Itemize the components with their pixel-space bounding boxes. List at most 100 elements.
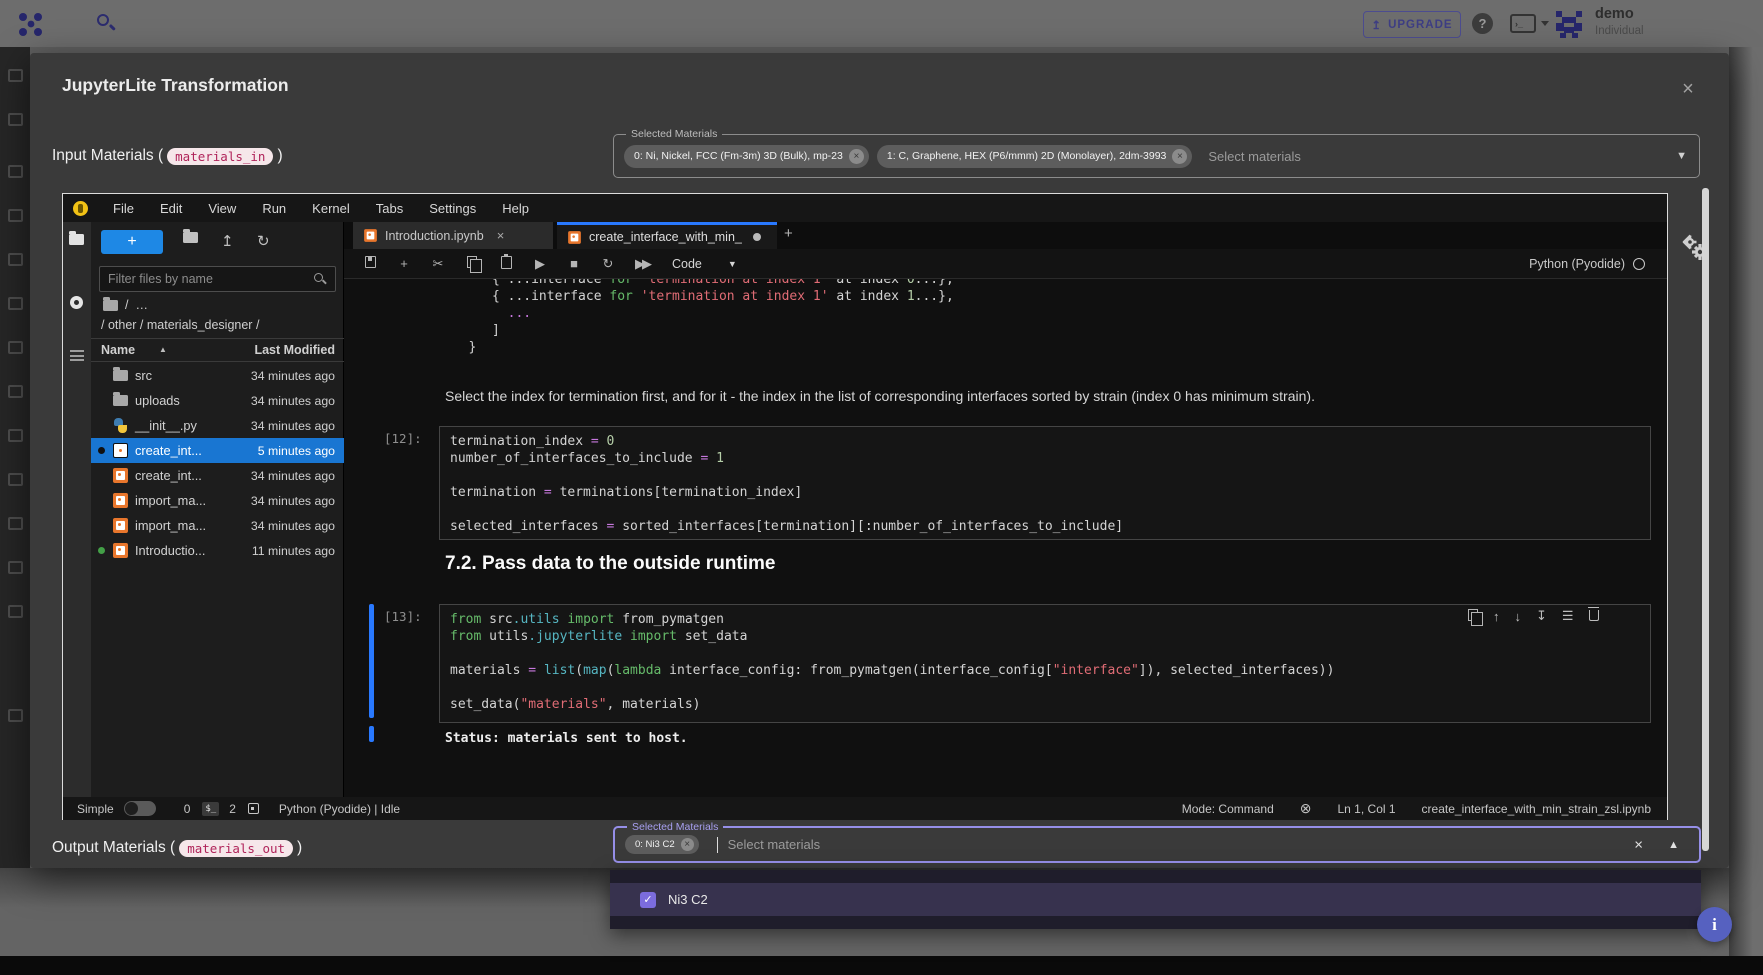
menu-settings[interactable]: Settings bbox=[416, 201, 489, 216]
help-icon[interactable]: ? bbox=[1472, 13, 1493, 34]
file-row-import-ma[interactable]: import_ma... 34 minutes ago bbox=[91, 513, 344, 538]
column-name[interactable]: Name bbox=[101, 343, 135, 357]
cut-icon[interactable]: ✂ bbox=[430, 256, 446, 272]
clear-icon[interactable]: × bbox=[1634, 836, 1643, 853]
file-row-introduction[interactable]: Introductio... 11 minutes ago bbox=[91, 538, 344, 563]
sidebar-icon[interactable] bbox=[8, 341, 23, 354]
stop-icon[interactable]: ■ bbox=[566, 256, 582, 271]
new-folder-icon[interactable] bbox=[183, 232, 198, 243]
input-materials-select[interactable]: Selected Materials 0: Ni, Nickel, FCC (F… bbox=[613, 134, 1700, 178]
insert-below-icon[interactable]: ↧ bbox=[1536, 608, 1547, 624]
file-row-create-int-selected[interactable]: create_int... 5 minutes ago bbox=[91, 438, 344, 463]
unsaved-changes-icon[interactable] bbox=[753, 233, 761, 241]
dialog-scrollbar[interactable] bbox=[1702, 188, 1709, 851]
sidebar-icon[interactable] bbox=[8, 429, 23, 442]
cell-type-select[interactable]: Code ▼ bbox=[672, 257, 737, 271]
chevron-down-icon[interactable]: ▼ bbox=[1676, 150, 1687, 162]
sort-ascending-icon[interactable]: ▲ bbox=[159, 345, 167, 354]
tab-introduction[interactable]: Introduction.ipynb × bbox=[353, 222, 553, 249]
menu-tabs[interactable]: Tabs bbox=[363, 201, 416, 216]
command-mode-indicator[interactable]: Mode: Command bbox=[1182, 802, 1274, 816]
dropdown-option-ni3c2[interactable]: ✓ Ni3 C2 bbox=[610, 883, 1701, 916]
brand-logo-icon[interactable] bbox=[16, 9, 46, 39]
move-up-icon[interactable]: ↑ bbox=[1493, 609, 1500, 624]
new-launcher-button[interactable]: + bbox=[101, 230, 163, 254]
trust-shield-icon[interactable]: ⊗ bbox=[1300, 800, 1312, 817]
kernel-chip-icon[interactable] bbox=[248, 803, 259, 814]
refresh-icon[interactable]: ↻ bbox=[257, 232, 270, 250]
table-of-contents-icon[interactable] bbox=[70, 350, 84, 361]
checkbox-checked-icon[interactable]: ✓ bbox=[640, 892, 656, 908]
column-last-modified[interactable]: Last Modified bbox=[254, 343, 335, 357]
restart-kernel-icon[interactable]: ↻ bbox=[600, 256, 616, 272]
menu-edit[interactable]: Edit bbox=[147, 201, 195, 216]
breadcrumb[interactable]: / … bbox=[103, 298, 148, 312]
sidebar-icon[interactable] bbox=[8, 113, 23, 126]
upload-icon[interactable]: ↥ bbox=[221, 232, 234, 250]
kernel-indicator[interactable]: Python (Pyodide) bbox=[1529, 249, 1645, 279]
tab-create-interface[interactable]: create_interface_with_min_ bbox=[557, 222, 777, 249]
sidebar-icon[interactable] bbox=[8, 517, 23, 530]
file-row-src[interactable]: src 34 minutes ago bbox=[91, 363, 344, 388]
insert-menu-icon[interactable]: ☰ bbox=[1562, 608, 1574, 624]
paste-icon[interactable] bbox=[498, 256, 514, 272]
chip-remove-icon[interactable]: × bbox=[681, 838, 694, 851]
active-cell-collapser[interactable] bbox=[369, 604, 374, 718]
info-button[interactable]: i bbox=[1697, 907, 1732, 942]
duplicate-cell-icon[interactable] bbox=[1468, 609, 1478, 624]
menu-help[interactable]: Help bbox=[489, 201, 542, 216]
file-row-create-int[interactable]: create_int... 34 minutes ago bbox=[91, 463, 344, 488]
sidebar-icon[interactable] bbox=[8, 209, 23, 222]
menu-file[interactable]: File bbox=[100, 201, 147, 216]
new-tab-icon[interactable]: + bbox=[784, 225, 793, 242]
sidebar-icon[interactable] bbox=[8, 561, 23, 574]
simple-mode-toggle[interactable] bbox=[124, 801, 156, 816]
sidebar-icon[interactable] bbox=[8, 605, 23, 618]
terminals-count[interactable]: 0 bbox=[184, 802, 191, 816]
kernels-count[interactable]: 2 bbox=[229, 802, 236, 816]
active-output-collapser[interactable] bbox=[369, 726, 374, 742]
user-avatar[interactable] bbox=[1552, 7, 1586, 41]
copy-icon[interactable] bbox=[464, 256, 480, 271]
close-icon[interactable]: × bbox=[1676, 77, 1700, 101]
tab-close-icon[interactable]: × bbox=[497, 228, 505, 243]
chip-remove-icon[interactable]: × bbox=[849, 149, 864, 164]
file-row-import-ma[interactable]: import_ma... 34 minutes ago bbox=[91, 488, 344, 513]
sidebar-icon[interactable] bbox=[8, 165, 23, 178]
sidebar-icon[interactable] bbox=[8, 253, 23, 266]
file-filter-input[interactable] bbox=[100, 267, 300, 291]
cursor-position[interactable]: Ln 1, Col 1 bbox=[1338, 802, 1396, 816]
chip-remove-icon[interactable]: × bbox=[1172, 149, 1187, 164]
run-icon[interactable]: ▶ bbox=[532, 256, 548, 272]
sidebar-icon[interactable] bbox=[8, 297, 23, 310]
file-browser-icon[interactable] bbox=[69, 234, 84, 245]
console-caret-icon[interactable] bbox=[1541, 21, 1549, 26]
restart-run-all-icon[interactable]: ▶▶ bbox=[634, 256, 650, 272]
menu-kernel[interactable]: Kernel bbox=[299, 201, 363, 216]
console-icon[interactable]: ›_ bbox=[1510, 14, 1536, 33]
breadcrumb-path[interactable]: / other / materials_designer / bbox=[101, 318, 259, 332]
move-down-icon[interactable]: ↓ bbox=[1515, 609, 1522, 624]
insert-cell-icon[interactable]: + bbox=[396, 256, 412, 271]
sidebar-icon[interactable] bbox=[8, 709, 23, 722]
running-sessions-icon[interactable] bbox=[70, 296, 83, 309]
material-chip[interactable]: 0: Ni3 C2 × bbox=[625, 835, 699, 854]
search-icon[interactable] bbox=[96, 13, 116, 33]
kernel-status-text[interactable]: Python (Pyodide) | Idle bbox=[279, 802, 400, 816]
delete-cell-icon[interactable] bbox=[1589, 609, 1599, 624]
file-row-init-py[interactable]: __init__.py 34 minutes ago bbox=[91, 413, 344, 438]
status-filename[interactable]: create_interface_with_min_strain_zsl.ipy… bbox=[1422, 802, 1651, 816]
code-cell-12[interactable]: termination_index = 0 number_of_interfac… bbox=[439, 426, 1651, 540]
notebook-content[interactable]: { ...interface for 'termination at index… bbox=[344, 279, 1667, 797]
save-icon[interactable] bbox=[362, 256, 378, 271]
sidebar-icon[interactable] bbox=[8, 385, 23, 398]
terminal-icon[interactable]: $_ bbox=[202, 802, 219, 816]
home-folder-icon[interactable] bbox=[103, 300, 118, 311]
output-materials-select[interactable]: Selected Materials 0: Ni3 C2 × Select ma… bbox=[613, 826, 1701, 863]
sidebar-icon[interactable] bbox=[8, 473, 23, 486]
menu-run[interactable]: Run bbox=[249, 201, 299, 216]
file-row-uploads[interactable]: uploads 34 minutes ago bbox=[91, 388, 344, 413]
chevron-up-icon[interactable]: ▲ bbox=[1668, 839, 1679, 851]
upgrade-button[interactable]: ↥ UPGRADE bbox=[1363, 11, 1461, 38]
material-chip[interactable]: 1: C, Graphene, HEX (P6/mmm) 2D (Monolay… bbox=[877, 145, 1193, 168]
